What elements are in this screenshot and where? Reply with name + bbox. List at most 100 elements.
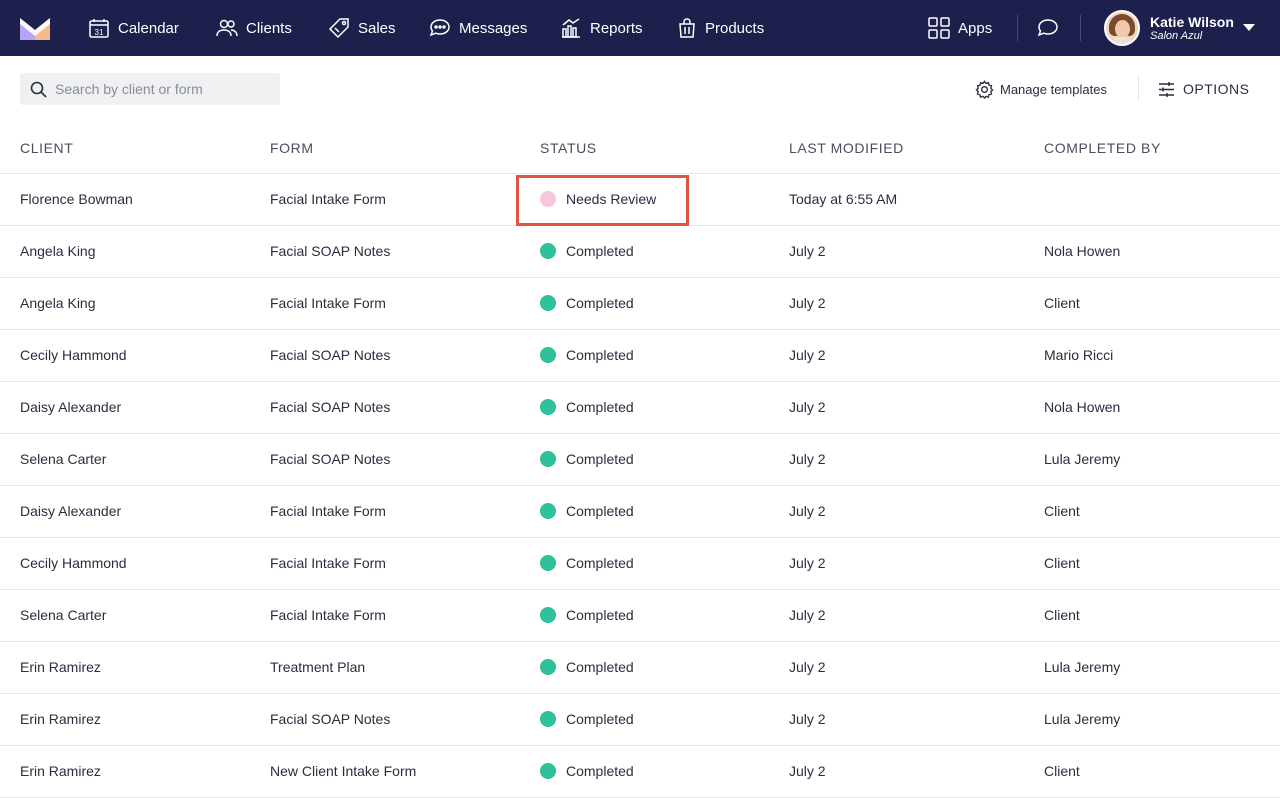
search-field[interactable] <box>20 73 280 105</box>
completed-by: Client <box>1044 503 1080 519</box>
status-cell: Completed <box>540 243 634 259</box>
table-row[interactable]: Daisy Alexander Facial Intake Form Complet… <box>0 486 1280 538</box>
nav-reports-label: Reports <box>590 19 643 37</box>
sliders-icon <box>1159 81 1174 97</box>
table-row[interactable]: Selena Carter Facial SOAP Notes Completed J… <box>0 434 1280 486</box>
table-row[interactable]: Selena Carter Facial Intake Form Completed… <box>0 590 1280 642</box>
status-dot-icon <box>540 295 556 311</box>
nav-products[interactable]: Products <box>677 0 764 56</box>
nav-calendar-label: Calendar <box>118 19 179 37</box>
nav-apps[interactable]: Apps <box>928 0 992 56</box>
chat-icon <box>429 19 450 37</box>
header-last-modified[interactable]: LAST MODIFIED <box>789 140 904 156</box>
status-cell: Completed <box>540 711 634 727</box>
status-label: Completed <box>566 503 634 519</box>
status-dot-icon <box>540 399 556 415</box>
table-row[interactable]: Daisy Alexander Facial SOAP Notes Complete… <box>0 382 1280 434</box>
header-client[interactable]: CLIENT <box>20 140 73 156</box>
header-completed-by[interactable]: COMPLETED BY <box>1044 140 1161 156</box>
completed-by: Client <box>1044 607 1080 623</box>
nav-sales[interactable]: Sales <box>328 0 396 56</box>
header-status[interactable]: STATUS <box>540 140 597 156</box>
table-row[interactable]: Cecily Hammond Facial Intake Form Complete… <box>0 538 1280 590</box>
status-cell: Completed <box>540 451 634 467</box>
table-row[interactable]: Florence Bowman Facial Intake Form Needs R… <box>0 174 1280 226</box>
speech-bubble-icon <box>1037 19 1058 37</box>
table-row[interactable]: Erin Ramirez Treatment Plan Completed July … <box>0 642 1280 694</box>
table-row[interactable]: Angela King Facial SOAP Notes Completed Jul… <box>0 226 1280 278</box>
table-row[interactable]: Cecily Hammond Facial SOAP Notes Completed… <box>0 330 1280 382</box>
nav-apps-label: Apps <box>958 19 993 37</box>
status-label: Completed <box>566 347 634 363</box>
status-label: Completed <box>566 659 634 675</box>
status-label: Completed <box>566 763 634 779</box>
top-nav: 31 Calendar Clients Sales Messages Repor… <box>0 0 1280 56</box>
last-modified: July 2 <box>789 763 826 779</box>
client-name: Erin Ramirez <box>20 711 101 727</box>
search-input[interactable] <box>55 81 265 97</box>
status-dot-icon <box>540 451 556 467</box>
tag-icon <box>328 18 349 39</box>
client-name: Florence Bowman <box>20 191 133 207</box>
completed-by: Lula Jeremy <box>1044 451 1121 467</box>
forms-table: CLIENT FORM STATUS LAST MODIFIED COMPLET… <box>0 122 1280 798</box>
gear-icon <box>975 79 994 99</box>
search-icon <box>30 81 47 98</box>
apps-grid-icon <box>928 17 950 39</box>
avatar <box>1104 10 1140 46</box>
form-name: Facial Intake Form <box>270 555 386 571</box>
status-cell: Completed <box>540 659 634 675</box>
form-name: Facial SOAP Notes <box>270 399 391 415</box>
client-name: Erin Ramirez <box>20 763 101 779</box>
nav-reports[interactable]: Reports <box>560 0 643 56</box>
chevron-down-icon <box>1243 24 1255 31</box>
form-name: Facial Intake Form <box>270 295 386 311</box>
status-dot-icon <box>540 711 556 727</box>
user-menu[interactable]: Katie Wilson Salon Azul <box>1104 10 1255 46</box>
nav-sales-label: Sales <box>358 19 396 37</box>
nav-calendar[interactable]: 31 Calendar <box>88 0 179 56</box>
client-name: Angela King <box>20 243 96 259</box>
form-name: Facial SOAP Notes <box>270 243 391 259</box>
form-name: Facial Intake Form <box>270 503 386 519</box>
svg-text:31: 31 <box>95 28 104 37</box>
options-button[interactable]: OPTIONS <box>1158 79 1250 99</box>
status-cell: Completed <box>540 347 634 363</box>
last-modified: July 2 <box>789 295 826 311</box>
last-modified: July 2 <box>789 503 826 519</box>
form-name: New Client Intake Form <box>270 763 417 779</box>
status-cell: Completed <box>540 555 634 571</box>
brand-logo-icon[interactable] <box>20 16 50 40</box>
chat-button[interactable] <box>1037 0 1067 56</box>
status-dot-icon <box>540 347 556 363</box>
nav-messages[interactable]: Messages <box>429 0 527 56</box>
table-row[interactable]: Angela King Facial Intake Form Completed Ju… <box>0 278 1280 330</box>
status-highlight-box <box>516 175 689 226</box>
client-name: Cecily Hammond <box>20 347 127 363</box>
status-cell: Completed <box>540 503 634 519</box>
table-row[interactable]: Erin Ramirez New Client Intake Form Comple… <box>0 746 1280 798</box>
status-dot-icon <box>540 503 556 519</box>
form-name: Facial SOAP Notes <box>270 451 391 467</box>
header-form[interactable]: FORM <box>270 140 314 156</box>
status-label: Completed <box>566 399 634 415</box>
form-name: Facial SOAP Notes <box>270 711 391 727</box>
manage-templates-button[interactable]: Manage templates <box>975 79 1107 99</box>
table-header: CLIENT FORM STATUS LAST MODIFIED COMPLET… <box>0 122 1280 174</box>
last-modified: July 2 <box>789 711 826 727</box>
client-name: Angela King <box>20 295 96 311</box>
status-label: Completed <box>566 243 634 259</box>
status-dot-icon <box>540 659 556 675</box>
completed-by: Mario Ricci <box>1044 347 1114 363</box>
client-name: Daisy Alexander <box>20 399 122 415</box>
table-row[interactable]: Erin Ramirez Facial SOAP Notes Completed Ju… <box>0 694 1280 746</box>
status-label: Completed <box>566 295 634 311</box>
user-info: Katie Wilson Salon Azul <box>1150 14 1234 43</box>
form-name: Treatment Plan <box>270 659 366 675</box>
form-name: Facial Intake Form <box>270 607 386 623</box>
form-name: Facial Intake Form <box>270 191 386 207</box>
nav-clients[interactable]: Clients <box>216 0 292 56</box>
status-cell: Completed <box>540 295 634 311</box>
last-modified: July 2 <box>789 659 826 675</box>
status-dot-icon <box>540 763 556 779</box>
